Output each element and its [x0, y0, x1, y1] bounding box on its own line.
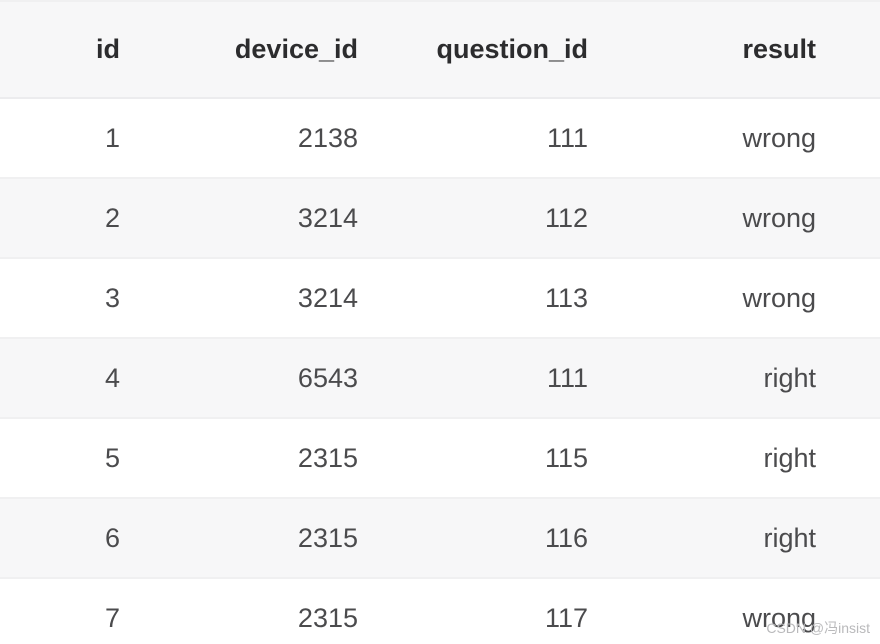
column-header-device-id[interactable]: device_id — [186, 0, 406, 99]
table-header: id device_id question_id result — [0, 0, 880, 99]
cell-device-id: 3214 — [186, 178, 406, 259]
table-row: 3 3214 113 wrong — [0, 258, 880, 339]
cell-device-id: 2315 — [186, 578, 406, 644]
table-row: 4 6543 111 right — [0, 338, 880, 419]
cell-device-id: 2138 — [186, 98, 406, 179]
cell-id: 5 — [0, 418, 186, 499]
table-row: 2 3214 112 wrong — [0, 178, 880, 259]
cell-result: right — [626, 418, 880, 499]
cell-id: 4 — [0, 338, 186, 419]
table-row: 1 2138 111 wrong — [0, 98, 880, 179]
cell-id: 2 — [0, 178, 186, 259]
cell-question-id: 113 — [406, 258, 626, 339]
cell-question-id: 117 — [406, 578, 626, 644]
cell-result: wrong — [626, 178, 880, 259]
cell-question-id: 115 — [406, 418, 626, 499]
column-header-question-id[interactable]: question_id — [406, 0, 626, 99]
cell-question-id: 112 — [406, 178, 626, 259]
cell-id: 6 — [0, 498, 186, 579]
cell-id: 1 — [0, 98, 186, 179]
table-body: 1 2138 111 wrong 2 3214 112 wrong 3 3214… — [0, 98, 880, 644]
cell-question-id: 111 — [406, 338, 626, 419]
cell-device-id: 2315 — [186, 418, 406, 499]
cell-result: right — [626, 498, 880, 579]
cell-result: wrong — [626, 258, 880, 339]
cell-result: wrong — [626, 98, 880, 179]
table-row: 5 2315 115 right — [0, 418, 880, 499]
cell-device-id: 6543 — [186, 338, 406, 419]
cell-question-id: 111 — [406, 98, 626, 179]
cell-device-id: 2315 — [186, 498, 406, 579]
column-header-id[interactable]: id — [0, 0, 186, 99]
cell-id: 3 — [0, 258, 186, 339]
cell-question-id: 116 — [406, 498, 626, 579]
table-container: id device_id question_id result 1 2138 1… — [0, 0, 880, 644]
results-table: id device_id question_id result 1 2138 1… — [0, 0, 880, 644]
table-header-row: id device_id question_id result — [0, 0, 880, 99]
column-header-result[interactable]: result — [626, 0, 880, 99]
table-row: 6 2315 116 right — [0, 498, 880, 579]
cell-result: right — [626, 338, 880, 419]
table-row: 7 2315 117 wrong — [0, 578, 880, 644]
cell-device-id: 3214 — [186, 258, 406, 339]
cell-id: 7 — [0, 578, 186, 644]
cell-result: wrong — [626, 578, 880, 644]
